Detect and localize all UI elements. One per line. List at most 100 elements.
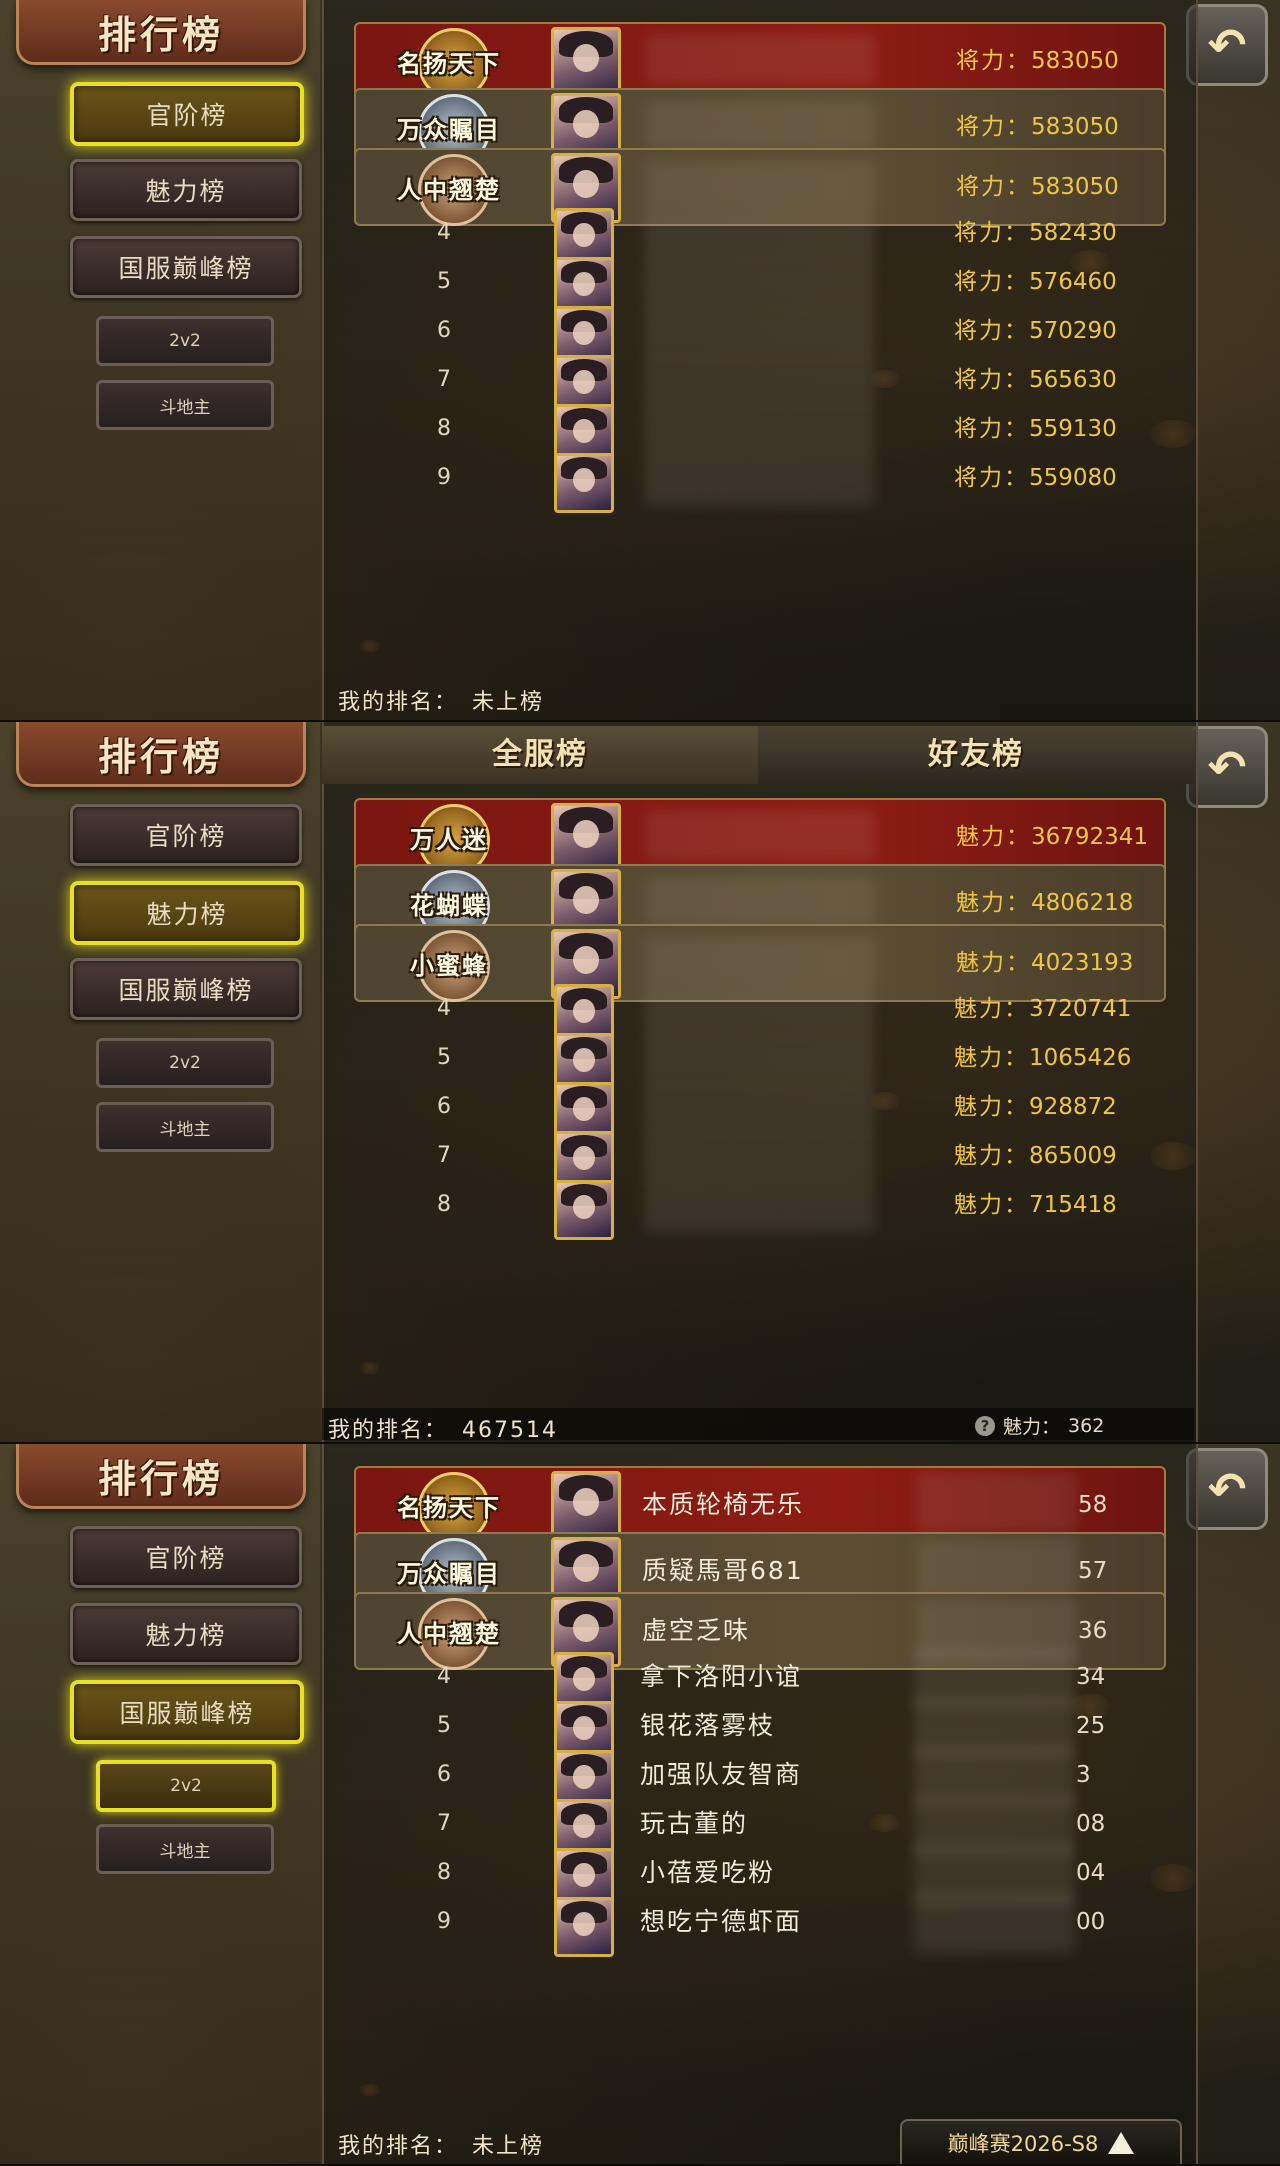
medal-title: 名扬天下 [397, 1492, 501, 1522]
score: 将力：583050 [956, 24, 1119, 98]
page-title-banner: 排行榜 [16, 0, 306, 65]
sub-button-doudizhu[interactable]: 斗地主 [96, 1824, 274, 1874]
back-button[interactable]: ↶ [1186, 4, 1268, 86]
score-value: 715418 [1029, 1192, 1117, 1218]
blurred-name [644, 455, 874, 505]
score-label: 将力： [954, 465, 1029, 491]
player-name: 本质轮椅无乐 [642, 1490, 805, 1519]
blurred-score [914, 1893, 1074, 1953]
rank-number: 9 [437, 465, 451, 490]
page-title-banner: 排行榜 [16, 722, 306, 787]
player-avatar[interactable] [554, 1897, 614, 1957]
my-rank-label: 我的排名： [338, 690, 459, 715]
page-title: 排行榜 [97, 1455, 224, 1501]
blurred-name [646, 34, 876, 84]
player-avatar[interactable] [551, 1471, 621, 1541]
tab-all-server[interactable]: 全服榜 [322, 726, 758, 784]
player-avatar[interactable] [551, 803, 621, 873]
ranking-panel: 排行榜 官阶榜 魅力榜 国服巅峰榜 2v2 斗地主 ↶ 全服榜 好友榜 万人迷 魅力：3679234… [0, 722, 1280, 1444]
avatar-face [573, 1862, 595, 1887]
score-value: 4023193 [1031, 950, 1134, 976]
blurred-name [644, 1182, 874, 1232]
score-value: 3720741 [1029, 996, 1132, 1022]
sub-button-doudizhu[interactable]: 斗地主 [96, 380, 274, 430]
back-button[interactable]: ↶ [1186, 1448, 1268, 1530]
score-value: 865009 [1029, 1143, 1117, 1169]
nav-button-charm[interactable]: 魅力榜 [70, 1603, 302, 1665]
avatar-face [573, 369, 595, 394]
player-avatar[interactable] [551, 27, 621, 97]
nav-button-peak[interactable]: 国服巅峰榜 [70, 958, 302, 1020]
sub-button-doudizhu[interactable]: 斗地主 [96, 1102, 274, 1152]
ranking-tabs: 全服榜 好友榜 [322, 722, 1194, 788]
table-row: 9 将力：559080 [354, 445, 1162, 513]
nav-button-charm[interactable]: 魅力榜 [70, 159, 302, 221]
my-rank: 我的排名： 467514 [328, 1412, 558, 1442]
avatar-face [573, 820, 599, 849]
my-charm: ? 魅力： 362 [975, 1412, 1104, 1439]
season-label: 巅峰赛2026-S8 [947, 2132, 1099, 2156]
page-title: 排行榜 [97, 11, 224, 57]
avatar-face [573, 1715, 595, 1740]
score-label: 魅力： [954, 1192, 1029, 1218]
avatar-face [573, 1145, 595, 1170]
avatar-face [573, 1911, 595, 1936]
ranking-panel: 排行榜 官阶榜 魅力榜 国服巅峰榜 2v2 斗地主 ↶ 名扬天下 将力：583050 万众瞩目 将力… [0, 0, 1280, 722]
avatar-face [573, 886, 599, 915]
nav-button-peak[interactable]: 国服巅峰榜 [70, 236, 302, 298]
avatar-face [573, 1096, 595, 1121]
nav-button-rank[interactable]: 官阶榜 [70, 82, 304, 146]
score-label: 将力： [954, 367, 1029, 393]
back-arrow-icon: ↶ [1207, 1462, 1247, 1516]
rank-medal: 名扬天下 [374, 28, 524, 100]
sub-button-2v2[interactable]: 2v2 [96, 1038, 274, 1088]
medal-title: 万众瞩目 [397, 114, 501, 144]
my-charm-label: 魅力： [1003, 1416, 1061, 1438]
player-avatar[interactable] [554, 453, 614, 513]
avatar-face [573, 418, 595, 443]
score-value: 583050 [1031, 174, 1119, 200]
avatar-face [573, 998, 595, 1023]
blurred-name [646, 100, 876, 150]
score-value: 559130 [1029, 416, 1117, 442]
nav-button-rank[interactable]: 官阶榜 [70, 1526, 302, 1588]
score-value: 4806218 [1031, 890, 1134, 916]
back-button[interactable]: ↶ [1186, 726, 1268, 808]
score-label: 魅力： [954, 1045, 1029, 1071]
score-label: 将力： [954, 220, 1029, 246]
season-selector[interactable]: 巅峰赛2026-S8 [900, 2119, 1182, 2164]
sub-button-2v2[interactable]: 2v2 [96, 316, 274, 366]
score-value: 36792341 [1031, 824, 1149, 850]
avatar-face [573, 1488, 599, 1517]
page-title: 排行榜 [97, 733, 224, 779]
nav-button-peak[interactable]: 国服巅峰榜 [70, 1680, 304, 1744]
medal-title: 万人迷 [410, 824, 488, 854]
avatar-face [573, 320, 595, 345]
nav-button-charm[interactable]: 魅力榜 [70, 881, 304, 945]
sub-button-2v2[interactable]: 2v2 [96, 1760, 276, 1812]
tab-friends[interactable]: 好友榜 [758, 726, 1194, 784]
blurred-name [646, 810, 876, 860]
nav-button-rank[interactable]: 官阶榜 [70, 804, 302, 866]
score-label: 将力： [954, 318, 1029, 344]
back-arrow-icon: ↶ [1207, 740, 1247, 794]
avatar-face [573, 1554, 599, 1583]
score-label: 魅力： [954, 1143, 1029, 1169]
blurred-name [646, 876, 876, 926]
rank-number: 9 [437, 1909, 451, 1934]
score-value: 1065426 [1029, 1045, 1132, 1071]
medal-title: 万众瞩目 [397, 1558, 501, 1588]
score-label: 魅力： [954, 996, 1029, 1022]
player-avatar[interactable] [554, 1180, 614, 1240]
score-value: 559080 [1029, 465, 1117, 491]
score-value: 928872 [1029, 1094, 1117, 1120]
triangle-up-icon [1108, 2132, 1135, 2154]
avatar-face [573, 170, 599, 199]
value-tail: 58 [1078, 1492, 1108, 1518]
avatar-face [573, 1614, 599, 1643]
help-icon[interactable]: ? [975, 1415, 995, 1436]
leaderboard-screenshots: 排行榜 官阶榜 魅力榜 国服巅峰榜 2v2 斗地主 ↶ 名扬天下 将力：583050 万众瞩目 将力… [0, 0, 1280, 2166]
rank-medal: 名扬天下 [374, 1472, 524, 1544]
my-charm-value: 362 [1068, 1414, 1105, 1437]
avatar-face [573, 110, 599, 139]
